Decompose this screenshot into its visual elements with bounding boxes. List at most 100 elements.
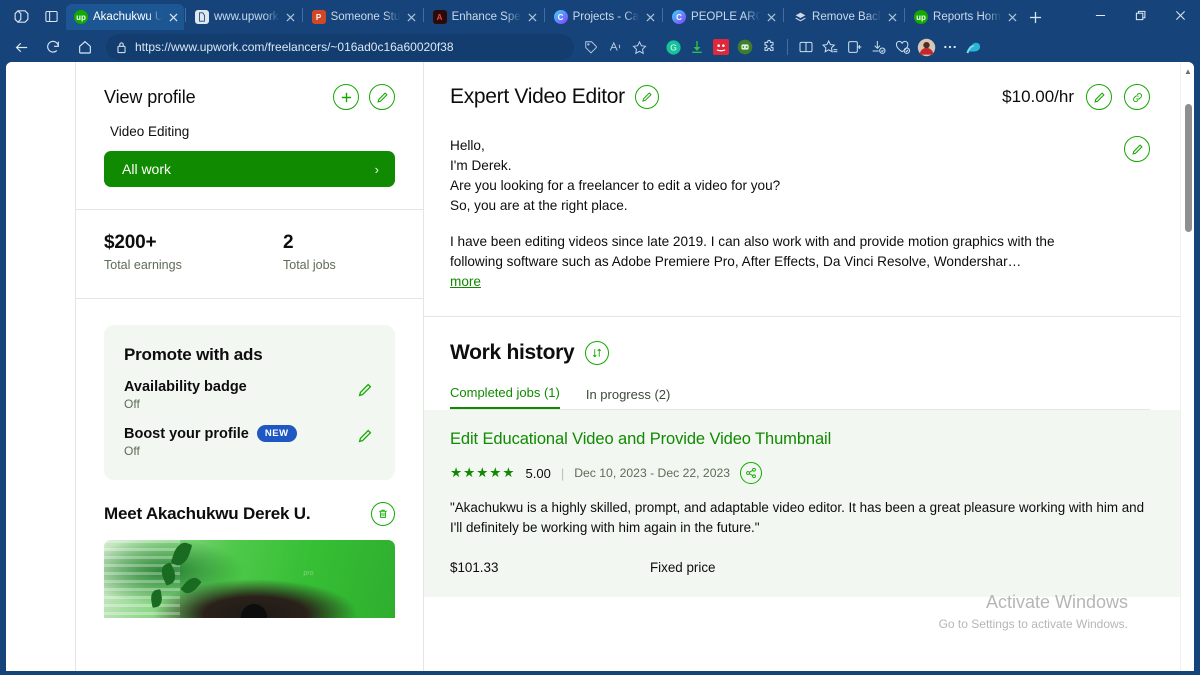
description-row: Hello, I'm Derek. Are you looking for a … (450, 136, 1150, 292)
video-play-button[interactable] (240, 604, 267, 618)
read-aloud-icon[interactable] (604, 36, 626, 58)
browser-tab-5[interactable]: C Projects - Ca (546, 4, 661, 30)
split-screen-icon[interactable] (795, 36, 817, 58)
job-title-link[interactable]: Edit Educational Video and Provide Video… (450, 430, 1150, 449)
pencil-icon[interactable] (1086, 84, 1112, 110)
job-card: Edit Educational Video and Provide Video… (424, 410, 1180, 597)
profile-description: Hello, I'm Derek. Are you looking for a … (450, 136, 1106, 292)
close-icon[interactable] (405, 11, 418, 24)
restore-button[interactable] (1120, 0, 1160, 30)
more-options-icon[interactable] (939, 36, 961, 58)
new-tab-button[interactable] (1023, 4, 1049, 30)
layers-icon (793, 10, 807, 24)
pencil-icon[interactable] (369, 84, 395, 110)
promote-row-state: Off (124, 444, 140, 458)
lock-icon (116, 41, 127, 54)
promote-row-text: Boost your profile NEW Off (124, 425, 357, 458)
promote-row-state: Off (124, 397, 140, 411)
view-profile-actions (333, 84, 395, 110)
tab-divider (904, 8, 906, 22)
close-icon[interactable] (1006, 11, 1019, 24)
promote-row-boost-profile: Boost your profile NEW Off (124, 425, 375, 458)
tab-search-icon[interactable] (6, 2, 36, 30)
home-icon[interactable] (70, 33, 100, 61)
chevron-right-icon: › (374, 161, 379, 177)
pencil-icon[interactable] (357, 382, 375, 400)
close-icon[interactable] (167, 11, 180, 24)
description-body: I have been editing videos since late 20… (450, 232, 1106, 292)
capcut-icon: C (672, 10, 687, 24)
avatar[interactable] (915, 36, 937, 58)
stat-total-jobs: 2 Total jobs (283, 232, 395, 272)
price-tag-icon[interactable] (580, 36, 602, 58)
add-favorite-icon[interactable] (819, 36, 841, 58)
page-viewport: View profile Video Editing All work › $2… (6, 62, 1194, 671)
promote-row-availability-badge: Availability badge Off (124, 379, 375, 411)
tab-divider (543, 8, 545, 22)
tab-list-icon[interactable] (36, 2, 66, 30)
close-icon[interactable] (765, 11, 778, 24)
red-app-extension-icon[interactable] (710, 36, 732, 58)
greeting-line-3: Are you looking for a freelancer to edit… (450, 178, 781, 193)
page-left-gutter (6, 62, 75, 671)
intro-video-thumbnail[interactable]: pro (104, 540, 395, 618)
tab-in-progress[interactable]: In progress (2) (586, 387, 671, 409)
close-icon[interactable] (284, 11, 297, 24)
close-icon[interactable] (886, 11, 899, 24)
video-plant-leaf (180, 574, 203, 597)
reload-icon[interactable] (38, 33, 68, 61)
trash-icon[interactable] (371, 502, 395, 526)
minimize-button[interactable] (1080, 0, 1120, 30)
favorite-star-icon[interactable] (628, 36, 650, 58)
headline-row: Expert Video Editor $10.00/hr (450, 84, 1150, 110)
share-icon[interactable] (740, 462, 763, 484)
download-extension-icon[interactable] (686, 36, 708, 58)
client-feedback: "Akachukwu is a highly skilled, prompt, … (450, 500, 1145, 535)
browser-tab-1[interactable]: up Akachukwu U (66, 4, 184, 30)
browser-tab-2[interactable]: www.upwork (187, 4, 301, 30)
address-bar[interactable]: https://www.upwork.com/freelancers/~016a… (106, 34, 574, 60)
bot-extension-icon[interactable] (734, 36, 756, 58)
tab-completed-jobs[interactable]: Completed jobs (1) (450, 385, 560, 409)
link-icon[interactable] (1124, 84, 1150, 110)
browser-tab-6[interactable]: C PEOPLE ARO (664, 4, 782, 30)
browser-tab-3[interactable]: P Someone Stu (304, 4, 422, 30)
window-controls (1080, 0, 1200, 30)
view-profile-block: View profile Video Editing All work › (76, 62, 423, 210)
scroll-up-arrow-icon[interactable]: ▲ (1181, 64, 1194, 78)
tab-title: Enhance Spe (451, 11, 521, 23)
toolbar-divider (787, 39, 788, 55)
browser-tab-7[interactable]: Remove Back (785, 4, 903, 30)
greeting-line-1: Hello, (450, 138, 485, 153)
job-meta-row: ★★★★★ 5.00 | Dec 10, 2023 - Dec 22, 2023 (450, 462, 1150, 484)
grammarly-extension-icon[interactable]: G (662, 36, 684, 58)
close-window-button[interactable] (1160, 0, 1200, 30)
page-scrollbar[interactable]: ▲ (1180, 62, 1194, 671)
promote-row-text: Availability badge Off (124, 379, 357, 411)
puzzle-extension-icon[interactable] (758, 36, 780, 58)
collections-icon[interactable] (843, 36, 865, 58)
powerpoint-icon: P (311, 10, 326, 24)
pencil-icon[interactable] (357, 428, 375, 446)
plus-icon[interactable] (333, 84, 359, 110)
browser-tab-8[interactable]: up Reports Hom (906, 4, 1023, 30)
back-arrow-icon[interactable] (6, 33, 36, 61)
work-history-block: Work history Completed jobs (1) In progr… (424, 317, 1180, 410)
all-work-button[interactable]: All work › (104, 151, 395, 187)
more-link[interactable]: more (450, 272, 481, 292)
promote-with-ads-section: Promote with ads Availability badge Off (76, 299, 423, 480)
copilot-icon[interactable] (963, 36, 985, 58)
close-icon[interactable] (644, 11, 657, 24)
pencil-icon[interactable] (1124, 136, 1150, 162)
description-edit-wrapper (1124, 136, 1150, 292)
downloads-icon[interactable] (867, 36, 889, 58)
scrollbar-thumb[interactable] (1185, 104, 1192, 232)
sort-icon[interactable] (585, 341, 610, 365)
upwork-profile-page: View profile Video Editing All work › $2… (6, 62, 1180, 671)
video-watermark: pro (303, 569, 314, 577)
browser-essentials-icon[interactable] (891, 36, 913, 58)
address-bar-actions (580, 36, 650, 58)
pencil-icon[interactable] (634, 85, 659, 109)
close-icon[interactable] (526, 11, 539, 24)
browser-tab-4[interactable]: A Enhance Spe (425, 4, 543, 30)
